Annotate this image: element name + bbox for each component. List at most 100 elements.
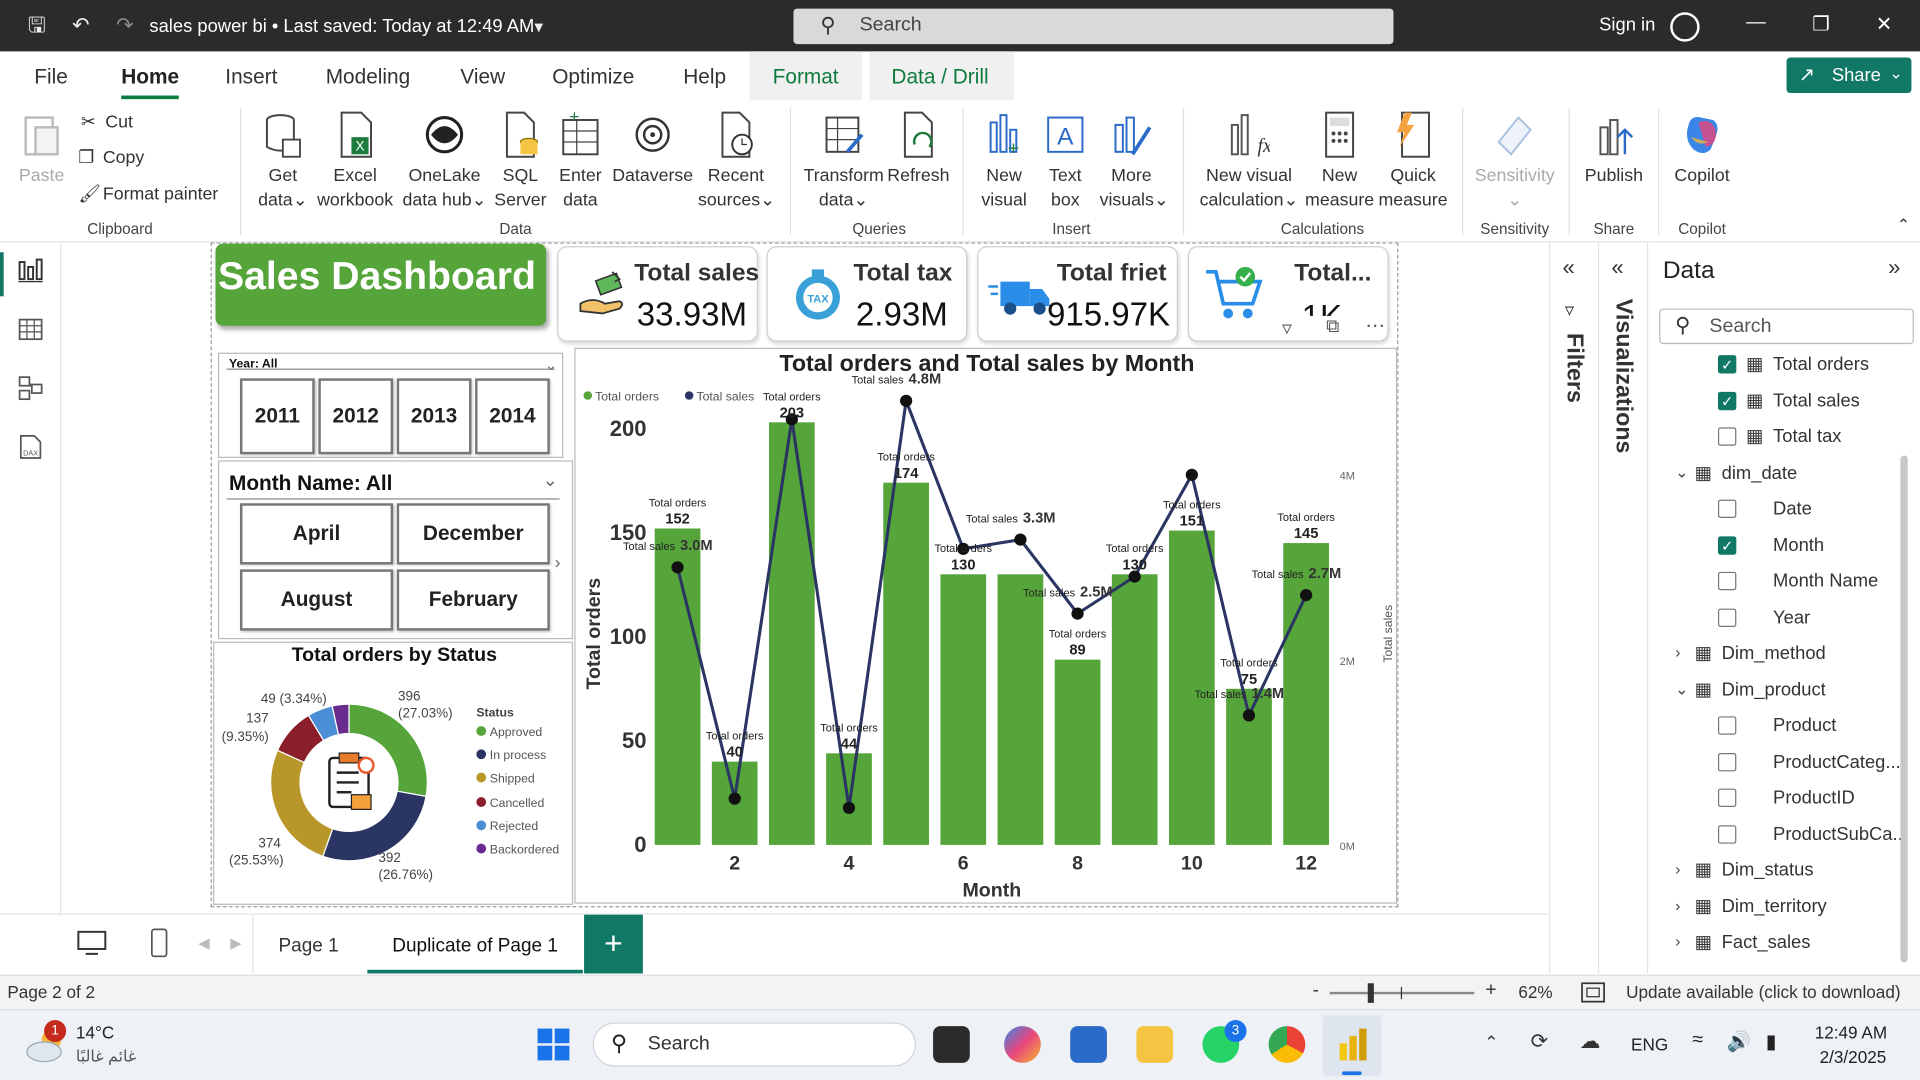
tab-view[interactable]: View: [460, 65, 505, 89]
zoom-in-icon[interactable]: +: [1485, 980, 1496, 1002]
publish-button[interactable]: Publish: [1577, 110, 1650, 188]
collapse-right-icon[interactable]: »: [1888, 255, 1900, 281]
donut-legend-item[interactable]: Approved: [476, 726, 559, 749]
excel-workbook-button[interactable]: X Excel workbook: [313, 110, 396, 213]
data-table-node[interactable]: › ▦ Dim_territory: [1648, 896, 1899, 932]
donut-legend-item[interactable]: In process: [476, 749, 559, 773]
close-icon[interactable]: ✕: [1876, 12, 1892, 36]
copy-button[interactable]: ❐ Copy: [78, 148, 144, 168]
tab-format[interactable]: Format: [773, 65, 839, 89]
more-visuals-button[interactable]: More visuals⌄: [1100, 110, 1169, 213]
month-option[interactable]: April: [240, 503, 394, 565]
field-checkbox[interactable]: [1717, 716, 1737, 735]
data-field-item[interactable]: Year: [1648, 607, 1899, 643]
chevron-right-icon[interactable]: ›: [1675, 896, 1680, 914]
month-slicer[interactable]: Month Name: All ⌄ April December August …: [217, 460, 574, 640]
onelake-button[interactable]: OneLake data hub⌄: [399, 110, 490, 213]
field-checkbox[interactable]: [1717, 824, 1737, 844]
dashboard-title-card[interactable]: Sales Dashboard: [215, 243, 547, 326]
legend-label[interactable]: Total orders: [595, 389, 659, 403]
chevron-down-icon[interactable]: ⌄: [545, 356, 557, 373]
volume-icon[interactable]: 🔊: [1727, 1030, 1751, 1054]
filter-icon[interactable]: ▿: [1282, 316, 1292, 340]
zoom-out-icon[interactable]: -: [1313, 980, 1319, 1001]
field-checkbox[interactable]: [1717, 752, 1737, 771]
battery-icon[interactable]: ▮: [1766, 1030, 1777, 1054]
sign-in-link[interactable]: Sign in: [1599, 15, 1655, 36]
tab-home[interactable]: Home: [121, 65, 180, 100]
document-title[interactable]: sales power bi • Last saved: Today at 12…: [149, 16, 534, 37]
line-point[interactable]: [1071, 607, 1084, 620]
data-table-node[interactable]: › ▦ Fact_sales: [1648, 932, 1899, 968]
chevron-right-icon[interactable]: ›: [1675, 932, 1680, 950]
zoom-slider-thumb[interactable]: [1367, 983, 1374, 1003]
kpi-card-total-freight[interactable]: Total friet 915.97K: [977, 246, 1178, 342]
field-checkbox[interactable]: [1717, 427, 1737, 446]
combo-chart[interactable]: Total orders and Total sales by MonthTot…: [576, 349, 1399, 905]
more-options-icon[interactable]: ⋯: [1365, 313, 1385, 337]
chrome-icon[interactable]: [1268, 1026, 1306, 1063]
field-checkbox[interactable]: [1717, 499, 1737, 518]
data-table-node[interactable]: › ▦ Dim_status: [1648, 860, 1899, 896]
donut-legend-item[interactable]: Rejected: [476, 820, 559, 843]
data-field-item[interactable]: ProductCateg...: [1648, 751, 1901, 787]
donut-legend-item[interactable]: Shipped: [476, 773, 559, 796]
store-icon[interactable]: [1070, 1026, 1107, 1063]
quick-measure-button[interactable]: Quick measure: [1376, 110, 1449, 213]
year-option[interactable]: 2014: [475, 378, 550, 455]
dataverse-button[interactable]: Dataverse: [610, 110, 696, 188]
desktop-layout-icon[interactable]: [76, 929, 108, 956]
enter-data-button[interactable]: + Enter data: [553, 110, 607, 213]
minimize-icon[interactable]: —: [1746, 12, 1766, 34]
format-painter-button[interactable]: 🖌 Format painter: [78, 184, 218, 205]
line-point[interactable]: [1014, 533, 1027, 546]
chevron-down-icon[interactable]: ⌄: [542, 469, 557, 491]
focus-mode-icon[interactable]: ⧉: [1326, 316, 1339, 337]
data-field-item[interactable]: ✓ ▦ Total sales: [1648, 390, 1899, 426]
legend-label[interactable]: Total sales: [696, 389, 754, 403]
wifi-icon[interactable]: ≈: [1692, 1030, 1703, 1052]
year-option[interactable]: 2012: [318, 378, 394, 455]
data-search-input[interactable]: ⚲ Search: [1659, 308, 1914, 345]
combo-chart-card[interactable]: Total orders and Total sales by Month Tot…: [574, 347, 1399, 905]
data-field-item[interactable]: ✓ ▦ Total orders: [1648, 354, 1899, 390]
onedrive-icon[interactable]: ☁: [1580, 1030, 1601, 1054]
sensitivity-button[interactable]: Sensitivity ⌄: [1469, 110, 1560, 213]
bar[interactable]: [997, 574, 1044, 845]
bar[interactable]: [1111, 574, 1158, 845]
line-point[interactable]: [842, 801, 856, 815]
bar[interactable]: [654, 528, 701, 845]
year-slicer[interactable]: Year: All ⌄ 2011 2012 2013 2014: [217, 352, 564, 458]
chevron-right-icon[interactable]: ›: [555, 552, 561, 572]
search-input[interactable]: ⚲ Search: [793, 8, 1394, 45]
language-indicator[interactable]: ENG: [1631, 1035, 1668, 1055]
line-point[interactable]: [900, 394, 913, 407]
donut-legend-item[interactable]: Backordered: [476, 843, 559, 867]
taskbar-search[interactable]: ⚲ Search: [592, 1022, 916, 1067]
table-view-icon[interactable]: [17, 316, 44, 343]
page-tab-active[interactable]: Duplicate of Page 1: [367, 915, 583, 974]
restore-icon[interactable]: ❐: [1812, 12, 1830, 36]
field-checkbox[interactable]: [1717, 571, 1737, 591]
bar[interactable]: [883, 482, 929, 845]
add-page-button[interactable]: +: [584, 914, 643, 974]
data-table-node[interactable]: › ▦ Dim_method: [1648, 643, 1899, 679]
chevron-up-icon[interactable]: ⌃: [1484, 1032, 1498, 1053]
paste-button[interactable]: Paste: [17, 110, 66, 188]
chevron-right-icon[interactable]: ›: [1675, 860, 1680, 878]
filters-pane[interactable]: « ▿ Filters: [1548, 242, 1598, 974]
tab-file[interactable]: File: [34, 65, 68, 89]
scrollbar[interactable]: [1900, 455, 1908, 963]
clock-date[interactable]: 2/3/2025: [1820, 1047, 1887, 1067]
month-option[interactable]: February: [396, 569, 550, 631]
sql-server-button[interactable]: SQL Server: [492, 110, 548, 213]
tab-modeling[interactable]: Modeling: [326, 65, 410, 89]
collapse-left-icon[interactable]: «: [1611, 255, 1623, 281]
new-measure-button[interactable]: New measure: [1303, 110, 1376, 213]
chevron-down-icon[interactable]: ⌄: [1675, 679, 1688, 699]
tab-data-drill[interactable]: Data / Drill: [891, 65, 988, 89]
windows-start-icon[interactable]: [535, 1026, 572, 1063]
report-view-icon[interactable]: [17, 257, 44, 284]
update-available-link[interactable]: Update available (click to download): [1626, 982, 1900, 1002]
fit-to-page-icon[interactable]: [1581, 982, 1605, 1003]
